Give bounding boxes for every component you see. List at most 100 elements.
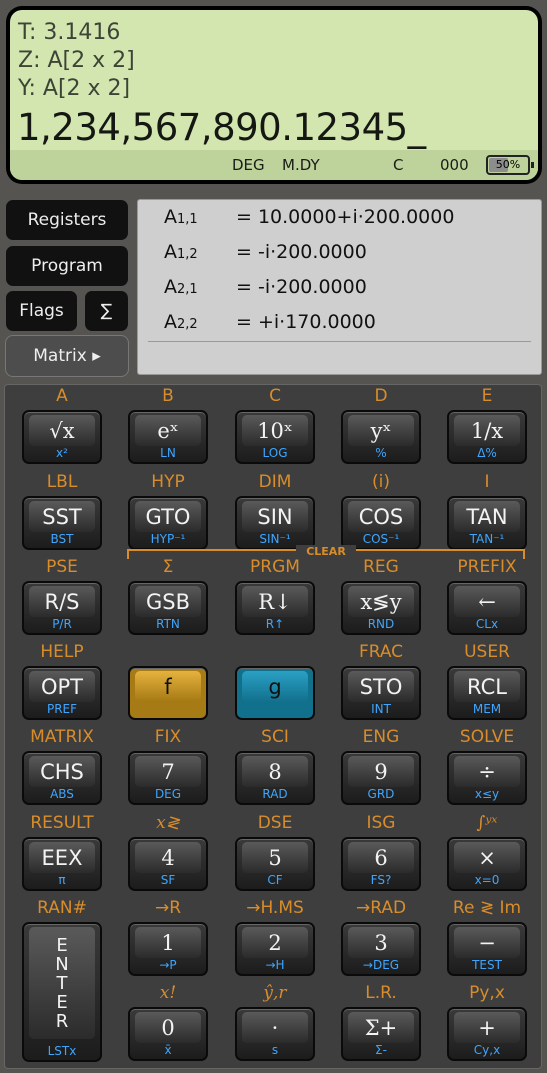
key-label: GSB [135, 586, 201, 617]
g-shift-label: Δ% [477, 446, 497, 460]
angle-mode-indicator: DEG [232, 156, 265, 174]
key-x[interactable]: √x x² [22, 410, 102, 464]
key-f[interactable]: f [128, 666, 208, 720]
g-shift-label: LOG [262, 446, 288, 460]
g-shift-label: s [271, 1043, 279, 1057]
key-e[interactable]: eˣ LN [128, 410, 208, 464]
key-r[interactable]: R↓ R↑ [235, 581, 315, 635]
key-label: · [242, 1012, 308, 1043]
key-chs[interactable]: CHS ABS [22, 751, 102, 805]
registers-button[interactable]: Registers [5, 199, 129, 241]
enter-letter: R [55, 1010, 69, 1032]
key-7[interactable]: 7 DEG [128, 751, 208, 805]
key-1-x[interactable]: 1/x Δ% [447, 410, 527, 464]
key-label: 8 [242, 756, 308, 787]
key-sst[interactable]: SST BST [22, 496, 102, 550]
clear-label: CLEAR [296, 545, 356, 558]
key-3[interactable]: 3 →DEG [341, 922, 421, 976]
key-label: 0 [135, 1012, 201, 1043]
element-index: 2,2 [177, 317, 198, 332]
key-x-y[interactable]: x≶y RND [341, 581, 421, 635]
key-0[interactable]: 0 x̄ [128, 1007, 208, 1061]
key-4[interactable]: 4 SF [128, 837, 208, 891]
flags-indicator: 000 [440, 156, 469, 174]
key-label: 3 [348, 927, 414, 958]
x-register: 1,234,567,890.12345_ [17, 106, 426, 149]
f-shift-label: LBL [46, 472, 78, 492]
flags-button[interactable]: Flags [5, 290, 78, 332]
key-label: + [454, 1012, 520, 1043]
g-shift-label: % [375, 446, 387, 460]
key-6[interactable]: 6 FS? [341, 837, 421, 891]
program-button[interactable]: Program [5, 245, 129, 287]
key-r7c2[interactable]: Σ+ Σ- [341, 1007, 421, 1061]
matrix-panel: A1,1 = 10.0000+i·200.0000 A1,2 = -i·200.000… [137, 199, 542, 375]
key-label: EEX [29, 842, 95, 873]
key-tan[interactable]: TAN TAN⁻¹ [447, 496, 527, 550]
g-shift-label: HYP⁻¹ [150, 532, 186, 546]
key-r6c4[interactable]: − TEST [447, 922, 527, 976]
f-shift-label: PRGM [250, 557, 300, 577]
key-label: TAN [454, 501, 520, 532]
g-shift-label: RAD [262, 787, 288, 801]
key-label: 5 [242, 842, 308, 873]
key-5[interactable]: 5 CF [235, 837, 315, 891]
g-shift-label: ABS [50, 787, 74, 801]
battery-percent: 50% [495, 158, 521, 171]
key-gsb[interactable]: GSB RTN [128, 581, 208, 635]
f-shift-label: Σ [162, 557, 174, 577]
keypad: A √x x² Beˣ LN C 10ˣ LOG Dyˣ% E 1/x Δ% LBL SST BST HYP G… [4, 384, 542, 1069]
g-shift-label: Cy,x [473, 1043, 501, 1057]
g-shift-label: →H [265, 958, 285, 972]
g-shift-label: R↑ [265, 617, 285, 631]
f-shift-label: ŷ,r [263, 983, 287, 1003]
key-enter[interactable]: E N T E R LSTx [22, 922, 102, 1062]
key-r7c3[interactable]: + Cy,x [447, 1007, 527, 1061]
element-letter: A [164, 276, 177, 298]
element-index: 2,1 [177, 282, 198, 297]
matrix-element-value: = +i·170.0000 [236, 311, 376, 333]
key-opt[interactable]: OPT PREF [22, 666, 102, 720]
key-10[interactable]: 10ˣ LOG [235, 410, 315, 464]
key-r7c1[interactable]: · s [235, 1007, 315, 1061]
key-gto[interactable]: GTO HYP⁻¹ [128, 496, 208, 550]
f-shift-label: MATRIX [30, 727, 94, 747]
key-8[interactable]: 8 RAD [235, 751, 315, 805]
f-shift-label: HELP [40, 642, 84, 662]
f-shift-label: FIX [154, 727, 182, 747]
enter-letter: T [56, 972, 68, 994]
key-9[interactable]: 9 GRD [341, 751, 421, 805]
key-label: eˣ [135, 415, 201, 446]
key-label: ← [454, 586, 520, 617]
key-y[interactable]: yˣ% [341, 410, 421, 464]
key-label: 9 [348, 756, 414, 787]
key-2[interactable]: 2 →H [235, 922, 315, 976]
g-shift-label: COS⁻¹ [362, 532, 400, 546]
g-shift-label: MEM [472, 702, 502, 716]
matrix-element-name: A1,2 [164, 241, 198, 263]
key-label: OPT [29, 671, 95, 702]
key-g[interactable]: g [235, 666, 315, 720]
key-label: 2 [242, 927, 308, 958]
key-r2c4[interactable]: ← CLx [447, 581, 527, 635]
key-label: √x [29, 415, 95, 446]
key-rcl[interactable]: RCL MEM [447, 666, 527, 720]
matrix-button[interactable]: Matrix ▸ [5, 335, 129, 377]
key-sto[interactable]: STO INT [341, 666, 421, 720]
calculator-app: T: 3.1416 Z: A[2 x 2] Y: A[2 x 2] 1,234,… [0, 0, 547, 1073]
key-r5c4[interactable]: × x=0 [447, 837, 527, 891]
key-sin[interactable]: SIN SIN⁻¹ [235, 496, 315, 550]
battery-icon: 50% [486, 155, 534, 175]
y-register: Y: A[2 x 2] [18, 76, 131, 101]
f-shift-label: I [484, 472, 490, 492]
key-1[interactable]: 1 →P [128, 922, 208, 976]
key-r-s[interactable]: R/S P/R [22, 581, 102, 635]
key-cos[interactable]: COS COS⁻¹ [341, 496, 421, 550]
sum-button[interactable]: ∑ [84, 290, 129, 332]
key-label: x≶y [348, 586, 414, 617]
f-shift-label: REG [363, 557, 399, 577]
f-shift-label: RESULT [30, 813, 94, 833]
key-r4c4[interactable]: ÷ x≤y [447, 751, 527, 805]
key-eex[interactable]: EEX π [22, 837, 102, 891]
g-shift-label: x=0 [474, 873, 500, 887]
